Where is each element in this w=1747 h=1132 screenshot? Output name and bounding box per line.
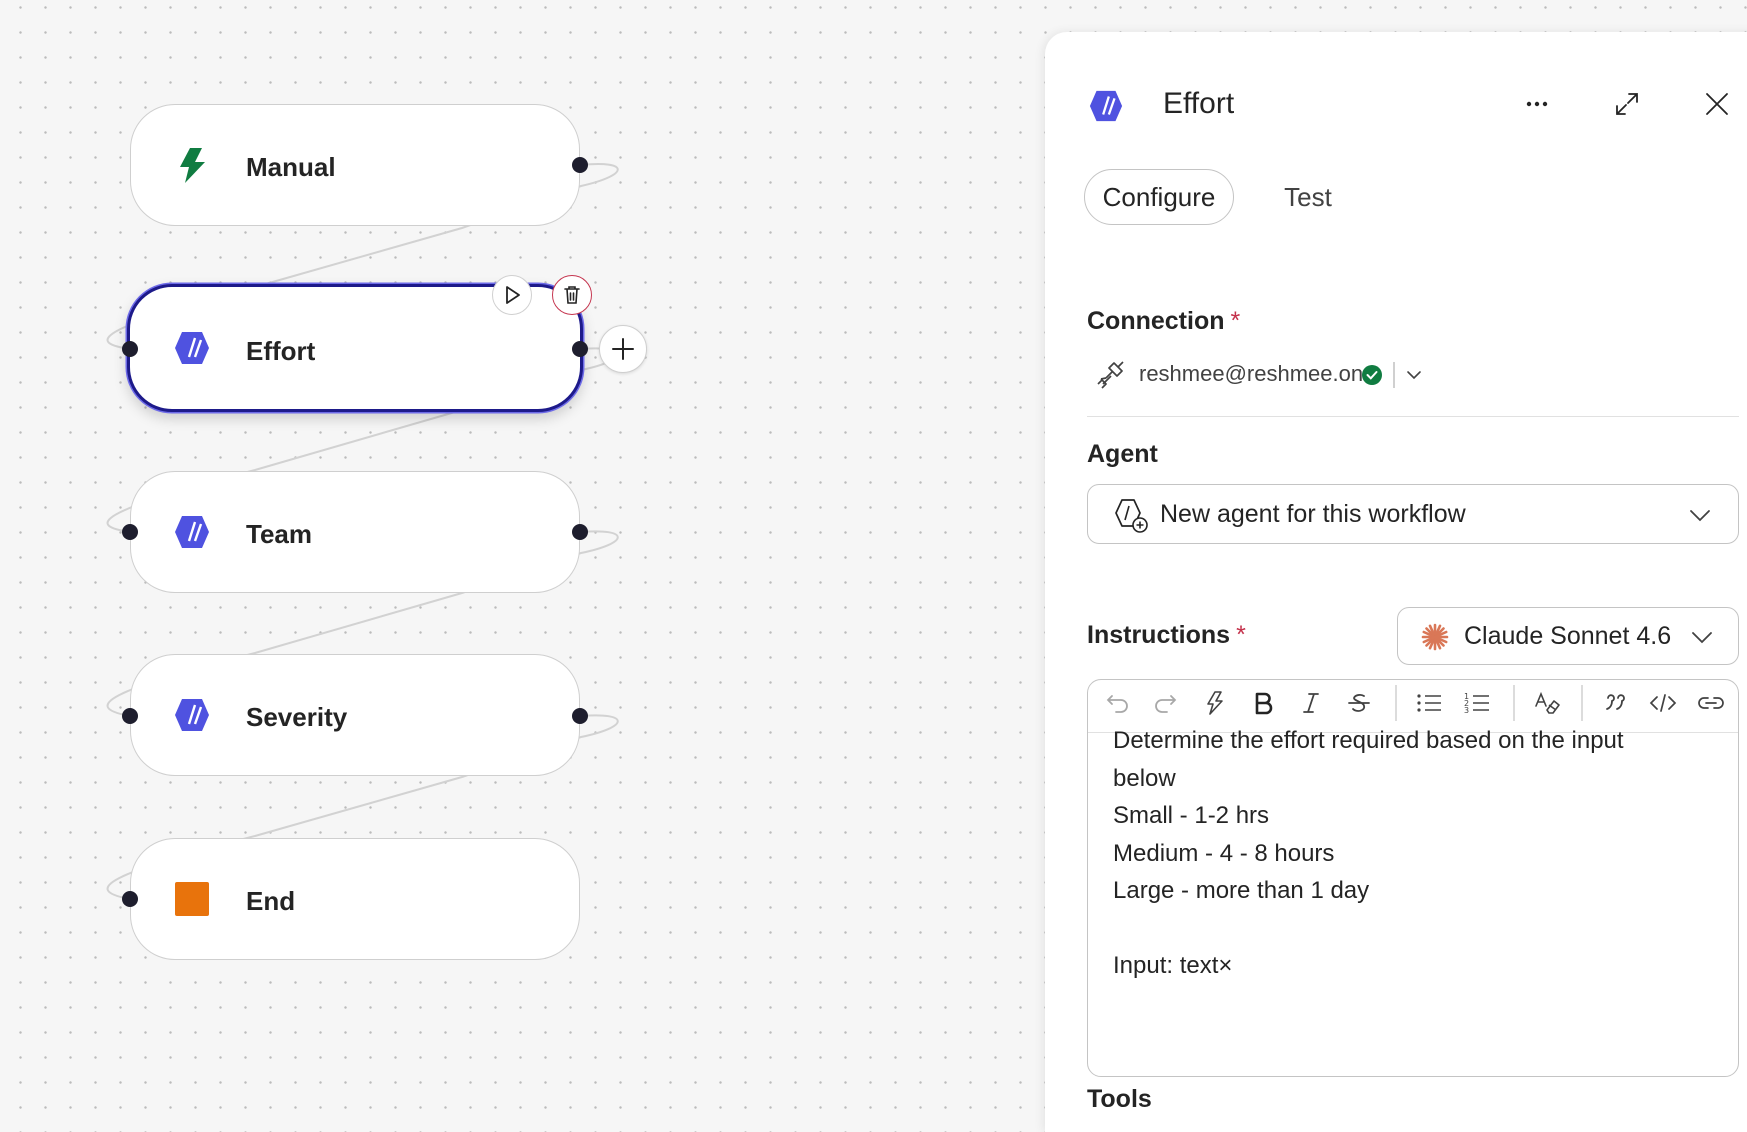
claude-logo-icon xyxy=(1421,623,1449,651)
svg-text:3: 3 xyxy=(1464,706,1469,715)
node-label: End xyxy=(246,886,296,916)
agent-icon xyxy=(175,516,209,548)
input-port[interactable] xyxy=(122,708,138,724)
bulleted-list-icon xyxy=(1417,694,1441,712)
delete-step-button[interactable] xyxy=(552,275,592,315)
strikethrough-button[interactable] xyxy=(1343,687,1375,719)
italic-button[interactable] xyxy=(1295,687,1327,719)
lightning-outline-icon xyxy=(1207,691,1223,715)
node-label: Manual xyxy=(246,152,336,182)
model-dropdown[interactable]: Claude Sonnet 4.6 xyxy=(1397,607,1739,665)
quote-button[interactable] xyxy=(1600,687,1632,719)
editor-line: below xyxy=(1113,765,1176,792)
editor-line: Large - more than 1 day xyxy=(1113,877,1370,904)
tab-test[interactable]: Test xyxy=(1263,169,1353,225)
expand-panel-button[interactable] xyxy=(1607,84,1647,124)
node-label: Severity xyxy=(246,702,348,732)
separator xyxy=(1393,362,1395,388)
play-icon xyxy=(506,286,520,304)
code-button[interactable] xyxy=(1647,687,1679,719)
required-mark: * xyxy=(1230,307,1241,335)
output-port[interactable] xyxy=(572,157,588,173)
undo-icon xyxy=(1106,695,1128,713)
redo-icon xyxy=(1155,695,1177,713)
agent-dropdown[interactable]: New agent for this workflow xyxy=(1087,484,1739,544)
editor-line: Small - 1-2 hrs xyxy=(1113,802,1270,829)
tab-configure[interactable]: Configure xyxy=(1084,169,1234,225)
editor-line: Medium - 4 - 8 hours xyxy=(1113,840,1335,867)
bold-icon xyxy=(1255,692,1273,715)
input-port[interactable] xyxy=(122,524,138,540)
toolbar-separator xyxy=(1395,685,1397,721)
chevron-down-icon xyxy=(1690,510,1710,522)
bold-button[interactable] xyxy=(1247,687,1279,719)
node-severity[interactable]: Severity xyxy=(130,654,580,776)
agent-label: Agent xyxy=(1087,440,1158,468)
add-step-button[interactable] xyxy=(599,325,647,373)
numbered-list-button[interactable]: 123 xyxy=(1461,687,1493,719)
agent-value: New agent for this workflow xyxy=(1160,500,1466,528)
divider xyxy=(1087,416,1739,417)
italic-icon xyxy=(1303,693,1319,713)
agent-icon xyxy=(1089,90,1123,122)
plug-connection-icon xyxy=(1097,361,1124,389)
close-icon xyxy=(1706,93,1728,115)
plus-icon xyxy=(612,338,634,360)
output-port[interactable] xyxy=(572,524,588,540)
link-icon xyxy=(1698,697,1724,709)
stop-square-icon xyxy=(175,882,209,916)
instructions-label: Instructions * xyxy=(1087,621,1246,649)
numbered-list-icon: 123 xyxy=(1464,692,1489,715)
undo-button[interactable] xyxy=(1102,687,1134,719)
strikethrough-icon xyxy=(1348,694,1370,712)
check-circle-icon xyxy=(1362,365,1382,385)
node-end[interactable]: End xyxy=(130,838,580,960)
agent-icon xyxy=(175,699,209,731)
connection-selector[interactable]: reshmee@reshmee.on... xyxy=(1093,354,1473,398)
output-port[interactable] xyxy=(572,708,588,724)
close-panel-button[interactable] xyxy=(1697,84,1737,124)
node-label: Team xyxy=(246,519,312,549)
clear-formatting-icon xyxy=(1535,691,1560,714)
quote-icon xyxy=(1606,694,1625,710)
input-port[interactable] xyxy=(122,341,138,357)
node-team[interactable]: Team xyxy=(130,471,580,593)
model-value: Claude Sonnet 4.6 xyxy=(1464,622,1672,650)
workflow-canvas[interactable]: Manual Effort Team Severity End xyxy=(0,0,1045,1110)
trash-icon xyxy=(564,286,580,304)
output-port[interactable] xyxy=(572,341,588,357)
toolbar-separator xyxy=(1581,685,1583,721)
expand-icon xyxy=(1616,93,1638,115)
lightning-icon xyxy=(180,148,205,183)
editor-line: Input: text× xyxy=(1113,952,1233,979)
node-label: Effort xyxy=(246,336,316,366)
clear-formatting-button[interactable] xyxy=(1531,687,1563,719)
insert-dynamic-button[interactable] xyxy=(1198,687,1230,719)
new-agent-icon xyxy=(1115,499,1148,533)
connection-label: Connection * xyxy=(1087,307,1241,335)
code-icon xyxy=(1649,694,1677,712)
chevron-down-icon xyxy=(1407,371,1421,380)
redo-button[interactable] xyxy=(1149,687,1181,719)
insert-link-button[interactable] xyxy=(1695,687,1727,719)
more-horizontal-icon xyxy=(1526,101,1548,107)
chevron-down-icon xyxy=(1692,632,1712,644)
step-config-panel: Effort Configure Test Connection * reshme… xyxy=(1045,32,1747,1132)
panel-title: Effort xyxy=(1163,87,1235,120)
node-manual[interactable]: Manual xyxy=(130,104,580,226)
run-step-button[interactable] xyxy=(492,275,532,315)
input-port[interactable] xyxy=(122,891,138,907)
bulleted-list-button[interactable] xyxy=(1413,687,1445,719)
editor-line: Determine the effort required based on t… xyxy=(1113,727,1624,754)
agent-icon xyxy=(175,332,209,364)
more-options-button[interactable] xyxy=(1517,84,1557,124)
required-mark: * xyxy=(1236,621,1246,649)
toolbar-separator xyxy=(1513,685,1515,721)
connection-value: reshmee@reshmee.on... xyxy=(1139,361,1382,386)
